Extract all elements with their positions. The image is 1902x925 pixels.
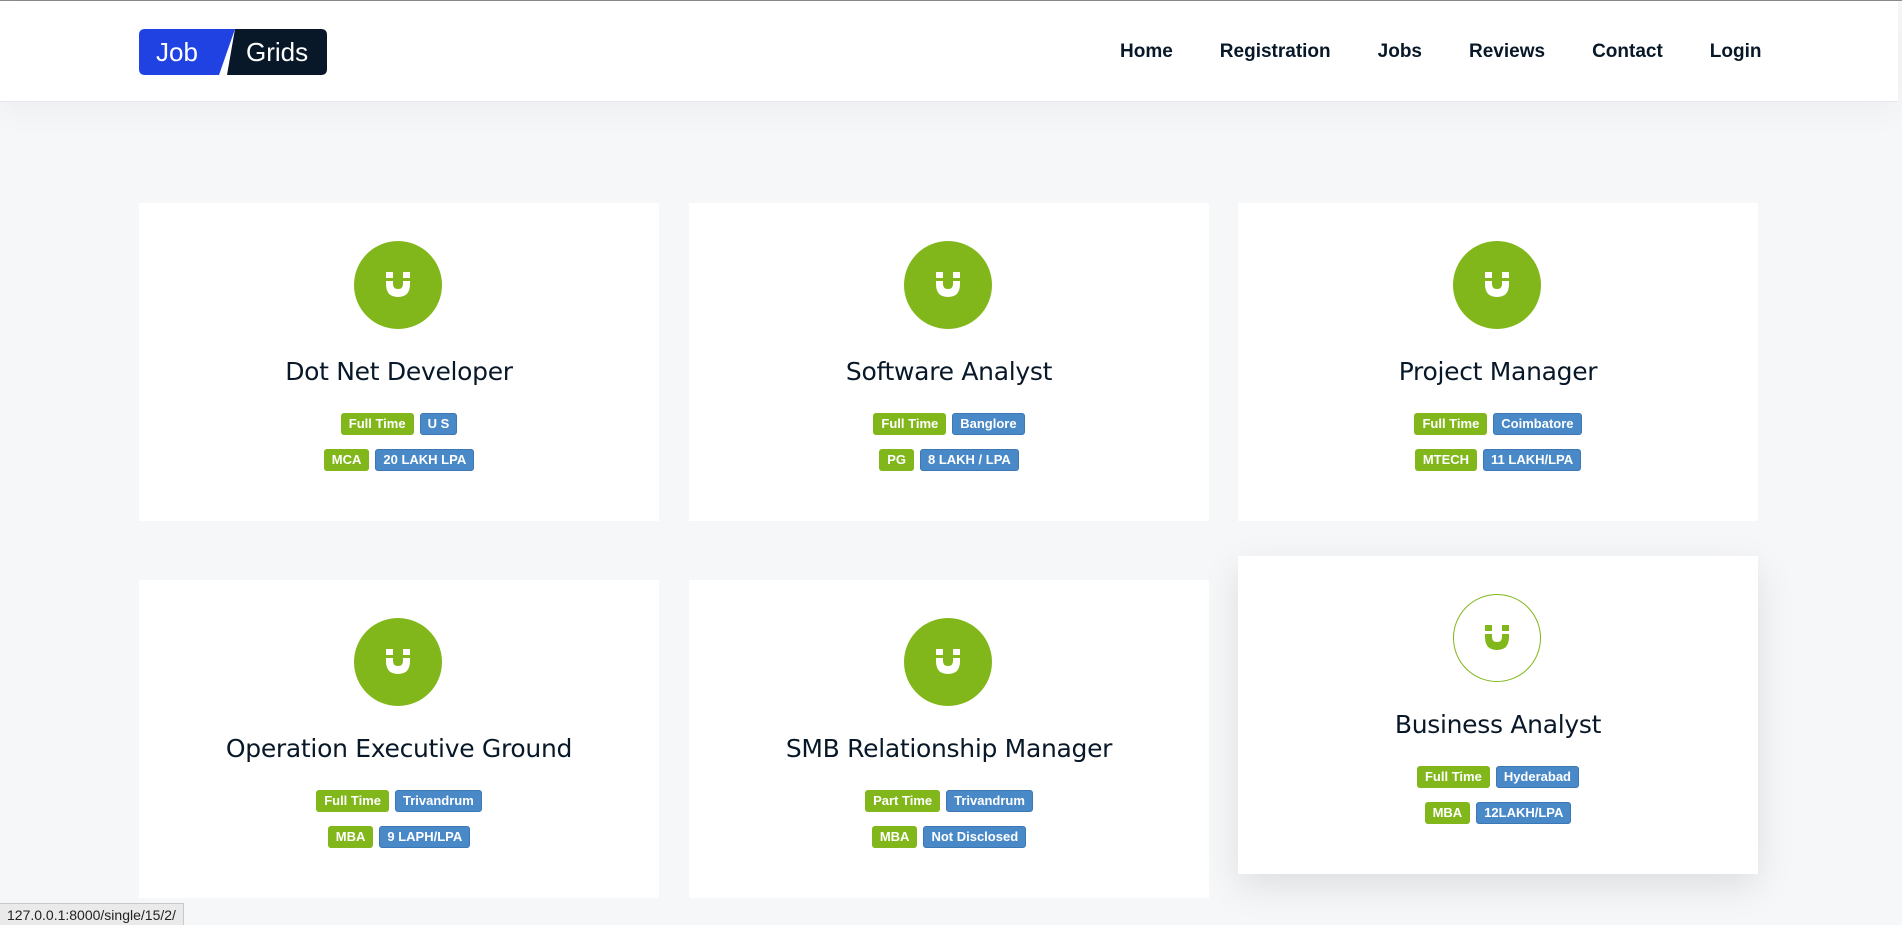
job-salary-badge: 11 LAKH/LPA [1483,449,1582,471]
job-card[interactable]: Project Manager Full Time Coimbatore MTE… [1238,203,1758,521]
job-title[interactable]: Operation Executive Ground [139,734,659,763]
job-title[interactable]: Dot Net Developer [139,357,659,386]
job-location-badge: Trivandrum [946,790,1033,812]
nav-jobs[interactable]: Jobs [1378,41,1422,63]
job-type-badge: Full Time [340,413,414,435]
job-salary-badge: 12LAKH/LPA [1476,802,1572,824]
job-card[interactable]: SMB Relationship Manager Part Time Triva… [689,580,1209,898]
job-type-badge: Full Time [1416,766,1490,788]
browser-status-url: 127.0.0.1:8000/single/15/2/ [0,903,184,925]
job-tags-row: Full Time U S [139,413,659,435]
job-icon-badge [904,618,992,706]
site-header: Job Grids Home Registration Jobs Reviews… [0,1,1898,102]
job-tags-row: Full Time Coimbatore [1238,413,1758,435]
job-salary-badge: 8 LAKH / LPA [919,449,1019,471]
magnet-icon [386,649,410,674]
job-tags-row: MTECH 11 LAKH/LPA [1238,449,1758,471]
job-title[interactable]: Business Analyst [1238,710,1758,739]
nav-contact[interactable]: Contact [1592,41,1663,63]
logo-graphic: Job Grids [139,29,327,75]
job-tags-row: Part Time Trivandrum [689,790,1209,812]
magnet-icon [386,272,410,297]
job-tags-row: Full Time Banglore [689,413,1209,435]
job-qualification-badge: MBA [327,826,374,848]
job-location-badge: Coimbatore [1493,413,1582,435]
job-type-badge: Full Time [873,413,947,435]
job-tags-row: MCA 20 LAKH LPA [139,449,659,471]
logo-text-grids: Grids [246,37,308,67]
job-title[interactable]: SMB Relationship Manager [689,734,1209,763]
job-type-badge: Part Time [865,790,941,812]
job-card[interactable]: Dot Net Developer Full Time U S MCA 20 L… [139,203,659,521]
job-card[interactable]: Software Analyst Full Time Banglore PG 8… [689,203,1209,521]
job-tags-row: PG 8 LAKH / LPA [689,449,1209,471]
job-location-badge: Hyderabad [1495,766,1580,788]
site-logo[interactable]: Job Grids [139,29,327,75]
magnet-icon [936,272,960,297]
job-location-badge: Banglore [952,413,1025,435]
job-qualification-badge: MCA [323,449,370,471]
job-qualification-badge: MBA [871,826,918,848]
job-type-badge: Full Time [1414,413,1488,435]
job-icon-badge [904,241,992,329]
magnet-icon [1485,272,1509,297]
logo-text-job: Job [156,37,198,67]
job-icon-badge [1453,241,1541,329]
job-qualification-badge: PG [879,449,914,471]
nav-registration[interactable]: Registration [1220,41,1331,63]
job-icon-badge [354,618,442,706]
job-type-badge: Full Time [316,790,390,812]
nav-login[interactable]: Login [1710,41,1762,63]
nav-home[interactable]: Home [1120,41,1173,63]
job-location-badge: Trivandrum [395,790,482,812]
job-tags-row: Full Time Hyderabad [1238,766,1758,788]
job-salary-badge: Not Disclosed [923,826,1027,848]
job-tags-row: Full Time Trivandrum [139,790,659,812]
job-salary-badge: 20 LAKH LPA [375,449,475,471]
job-icon-badge [354,241,442,329]
job-card[interactable]: Operation Executive Ground Full Time Tri… [139,580,659,898]
magnet-icon [936,649,960,674]
job-title[interactable]: Software Analyst [689,357,1209,386]
magnet-icon [1485,625,1509,650]
job-qualification-badge: MBA [1424,802,1471,824]
job-tags-row: MBA 9 LAPH/LPA [139,826,659,848]
job-card-hovered[interactable]: Business Analyst Full Time Hyderabad MBA… [1238,556,1758,874]
job-tags-row: MBA Not Disclosed [689,826,1209,848]
job-location-badge: U S [419,413,458,435]
main-nav: Home Registration Jobs Reviews Contact L… [1120,1,1762,102]
job-tags-row: MBA 12LAKH/LPA [1238,802,1758,824]
job-salary-badge: 9 LAPH/LPA [379,826,471,848]
job-title[interactable]: Project Manager [1238,357,1758,386]
job-icon-badge [1453,594,1541,682]
job-qualification-badge: MTECH [1414,449,1478,471]
nav-reviews[interactable]: Reviews [1469,41,1545,63]
